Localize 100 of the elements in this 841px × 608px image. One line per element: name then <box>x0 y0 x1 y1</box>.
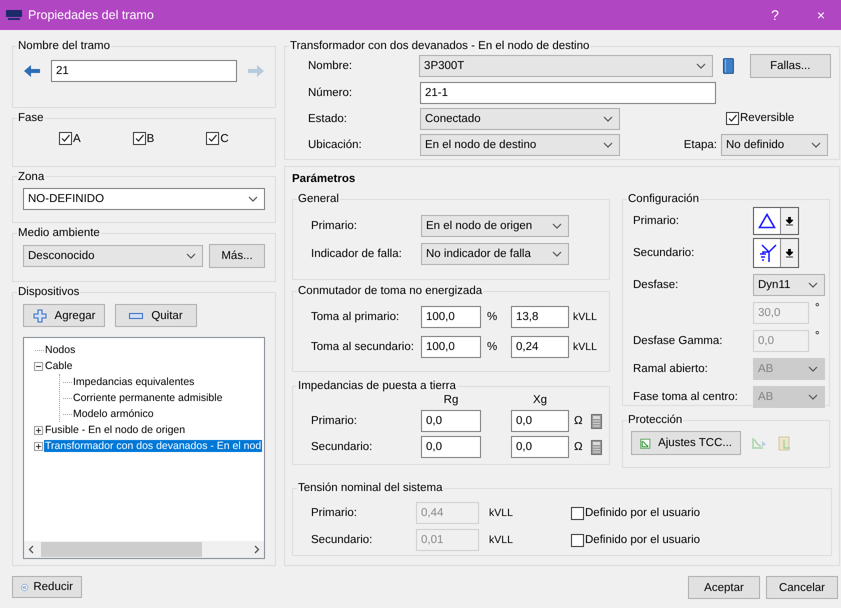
group-title: Dispositivos <box>17 286 80 298</box>
checkbox-label: C <box>220 132 229 145</box>
checkbox-label: A <box>73 132 81 145</box>
field-label: Etapa: <box>682 139 718 151</box>
down-arrow-icon <box>786 248 793 258</box>
chevron-icon <box>808 394 818 400</box>
tcc-settings-button[interactable]: Ajustes TCC... <box>631 431 741 455</box>
minus-icon <box>129 312 144 318</box>
remove-button[interactable]: Quitar <box>115 304 197 327</box>
scroll-left-icon[interactable] <box>28 545 34 554</box>
add-button[interactable]: Agregar <box>23 304 105 327</box>
dropdown[interactable]: Conectado <box>420 108 620 130</box>
calculator-icon[interactable] <box>590 440 602 454</box>
field-label: Desfase: <box>633 279 680 291</box>
group-title: Conmutador de toma no energizada <box>297 285 484 297</box>
checkbox[interactable] <box>726 112 739 124</box>
chevron-icon <box>248 196 258 202</box>
text-field[interactable]: 13,8 <box>511 306 569 328</box>
field-label: Ubicación: <box>308 139 363 151</box>
text-field[interactable]: 0,0 <box>511 436 569 458</box>
group-title: Zona <box>17 170 46 183</box>
text-field[interactable]: 100,0 <box>421 336 481 358</box>
text-field[interactable]: 100,0 <box>421 306 481 328</box>
delta-icon <box>758 213 776 229</box>
column-header: Rg <box>442 394 460 406</box>
expand-icon[interactable] <box>34 426 42 434</box>
text-field[interactable]: 0,0 <box>421 410 481 432</box>
checkbox-label: Reversible <box>740 112 794 124</box>
group-title: Protección <box>627 414 684 426</box>
tree-item[interactable]: Nodos <box>44 344 76 356</box>
checkbox-label: Definido por el usuario <box>585 507 700 519</box>
text-field[interactable]: 0,24 <box>511 336 569 358</box>
unit-label: kVLL <box>488 534 514 546</box>
text-field[interactable]: 21 <box>51 60 237 82</box>
calculator-icon[interactable] <box>590 414 602 428</box>
dropdown[interactable]: 3P300T <box>419 55 713 77</box>
tree-item[interactable]: Fusible - En el nodo de origen <box>44 424 186 436</box>
dropdown[interactable]: En el nodo de origen <box>421 215 569 237</box>
group-title: Fase <box>17 112 45 124</box>
tree-item[interactable]: Corriente permanente admisible <box>72 392 224 404</box>
collapse-icon[interactable] <box>34 362 42 370</box>
tree-item[interactable]: Cable <box>44 360 74 372</box>
expand-icon[interactable] <box>34 442 42 450</box>
chevron-icon <box>603 142 613 148</box>
field-label: Estado: <box>308 113 348 125</box>
chevron-icon <box>696 63 706 69</box>
connection-button[interactable] <box>753 238 799 268</box>
chevron-icon <box>552 223 562 229</box>
field-label: Primario: <box>311 507 358 519</box>
dropdown[interactable]: Dyn11 <box>753 274 825 296</box>
field-label: Primario: <box>311 415 358 427</box>
dropdown[interactable]: No indicador de falla <box>421 243 569 265</box>
dropdown[interactable]: NO-DEFINIDO <box>23 188 265 210</box>
tree-item[interactable]: Transformador con dos devanados - En el nod <box>44 440 262 452</box>
field-label: Primario: <box>633 215 680 227</box>
group-title: Tensión nominal del sistema <box>297 482 444 494</box>
scrollbar[interactable] <box>24 541 264 558</box>
field-label: Fase toma al centro: <box>633 391 739 403</box>
dropdown[interactable]: No definido <box>721 134 828 156</box>
checkbox-label: Definido por el usuario <box>585 534 700 546</box>
dropdown[interactable]: En el nodo de destino <box>420 134 620 156</box>
app-icon <box>6 9 22 21</box>
section-title: Parámetros <box>292 173 356 185</box>
dropdown[interactable]: Desconocido <box>23 245 203 268</box>
reduce-button[interactable]: Reducir <box>12 576 82 598</box>
wye-ground-icon <box>757 243 777 263</box>
text-field[interactable]: 0,0 <box>421 436 481 458</box>
scrollbar-thumb[interactable] <box>41 542 202 557</box>
checkbox[interactable] <box>59 132 72 146</box>
group-title: Transformador con dos devanados - En el nodo de destino <box>289 40 590 52</box>
text-field[interactable]: 21-1 <box>420 82 716 104</box>
tree-item[interactable]: Impedancias equivalentes <box>72 376 196 388</box>
help-button[interactable]: ? <box>755 7 795 23</box>
book-icon[interactable] <box>722 58 734 74</box>
scroll-right-icon[interactable] <box>254 545 260 554</box>
group-title: Impedancias de puesta a tierra <box>297 380 457 392</box>
dialog-button[interactable]: Cancelar <box>766 576 838 599</box>
checkbox[interactable] <box>206 132 220 146</box>
tree-item[interactable]: Modelo armónico <box>72 408 155 420</box>
field-label: Secundario: <box>311 534 374 546</box>
group-title: Nombre del tramo <box>17 40 112 52</box>
more-button[interactable]: Más... <box>209 244 265 268</box>
faults-button[interactable]: Fallas... <box>750 54 831 78</box>
checkbox-label: B <box>146 132 154 145</box>
chevron-icon <box>603 116 613 122</box>
unit-label: % <box>486 311 498 323</box>
field-label: Secundario: <box>311 441 374 453</box>
close-button[interactable]: × <box>801 7 841 23</box>
chevron-icon <box>552 251 562 257</box>
dialog-button[interactable]: Aceptar <box>688 576 760 599</box>
chevron-icon <box>808 366 818 372</box>
field-label: Número: <box>308 87 354 99</box>
text-field[interactable]: 0,0 <box>511 410 569 432</box>
arrow-left-icon[interactable] <box>23 64 41 78</box>
field-label: Toma al primario: <box>311 311 400 323</box>
checkbox[interactable] <box>132 132 146 146</box>
field-label: Desfase Gamma: <box>633 335 724 347</box>
down-arrow-icon <box>786 216 793 226</box>
connection-button[interactable] <box>753 207 799 235</box>
unit-label: ° <box>815 302 820 314</box>
